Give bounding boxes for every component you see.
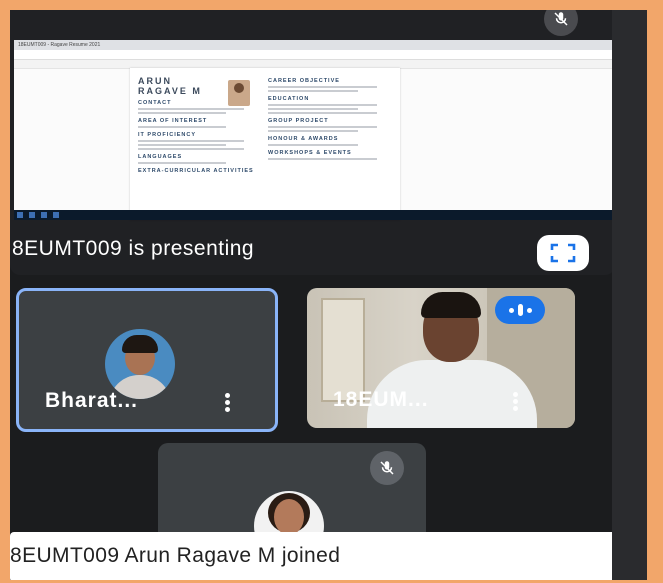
resume-text-line — [268, 144, 358, 146]
resume-photo — [228, 80, 250, 106]
resume-text-line — [138, 162, 226, 164]
fullscreen-icon — [550, 243, 576, 263]
resume-text-line — [268, 86, 377, 88]
side-panel-edge — [612, 10, 647, 580]
resume-section-heading: HONOUR & AWARDS — [268, 136, 339, 142]
resume-text-line — [268, 158, 377, 160]
resume-text-line — [268, 108, 358, 110]
mic-off-icon — [554, 12, 568, 26]
participant-mute-indicator — [370, 451, 404, 485]
resume-section-heading: EXTRA-CURRICULAR ACTIVITIES — [138, 168, 254, 174]
resume-section-heading: IT PROFICIENCY — [138, 132, 197, 138]
resume-text-line — [138, 148, 245, 150]
windows-taskbar — [14, 210, 612, 220]
join-notification: 8EUMT009 Arun Ragave M joined — [10, 532, 638, 580]
resume-text-line — [268, 112, 377, 114]
resume-text-line — [138, 140, 245, 142]
resume-left-column: ARUN RAGAVE M CONTACT AREA OF INTEREST I… — [138, 76, 263, 174]
more-options-button[interactable] — [225, 391, 231, 414]
presenter-mute-indicator — [544, 10, 578, 36]
fullscreen-button[interactable] — [537, 235, 589, 271]
speaking-indicator — [495, 296, 545, 324]
resume-text-line — [138, 108, 245, 110]
taskbar-app-icon — [17, 212, 23, 218]
participant-name: Bharat... — [45, 389, 139, 412]
resume-text-line — [138, 112, 226, 114]
audio-level-icon — [508, 307, 514, 313]
notification-text: 8EUMT009 Arun Ragave M joined — [10, 544, 341, 567]
more-vert-icon — [225, 393, 230, 398]
browser-address-bar — [14, 50, 612, 60]
presenting-label: 8EUMT009 is presenting — [12, 237, 255, 260]
meet-call-screen: 18EUMT009 - Ragave Resume 2021 ARUN RAGA… — [10, 10, 647, 580]
more-options-button[interactable] — [513, 390, 519, 413]
mic-off-icon — [380, 461, 394, 475]
participant-name: 18EUM... — [333, 388, 429, 411]
resume-section-heading: AREA OF INTEREST — [138, 118, 208, 124]
participant-tile-18eum[interactable]: 18EUM... — [307, 288, 575, 428]
resume-text-line — [268, 104, 377, 106]
presentation-tile[interactable]: 18EUMT009 - Ragave Resume 2021 ARUN RAGA… — [10, 10, 615, 275]
shared-screen: 18EUMT009 - Ragave Resume 2021 ARUN RAGA… — [14, 40, 612, 220]
taskbar-app-icon — [41, 212, 47, 218]
browser-tab: 18EUMT009 - Ragave Resume 2021 — [14, 40, 612, 50]
taskbar-app-icon — [29, 212, 35, 218]
resume-text-line — [268, 130, 358, 132]
resume-text-line — [268, 90, 358, 92]
resume-document: ARUN RAGAVE M CONTACT AREA OF INTEREST I… — [130, 68, 400, 220]
resume-section-heading: WORKSHOPS & EVENTS — [268, 150, 352, 156]
resume-section-heading: EDUCATION — [268, 96, 310, 102]
resume-section-heading: GROUP PROJECT — [268, 118, 329, 124]
resume-section-heading: CAREER OBJECTIVE — [268, 78, 340, 84]
resume-text-line — [268, 126, 377, 128]
participant-tile-bharat[interactable]: Bharat... — [16, 288, 278, 432]
resume-text-line — [138, 126, 226, 128]
taskbar-app-icon — [53, 212, 59, 218]
more-vert-icon — [513, 392, 518, 397]
resume-text-line — [138, 144, 226, 146]
resume-section-heading: LANGUAGES — [138, 154, 183, 160]
resume-right-column: CAREER OBJECTIVE EDUCATION GROUP PROJECT… — [268, 74, 396, 162]
